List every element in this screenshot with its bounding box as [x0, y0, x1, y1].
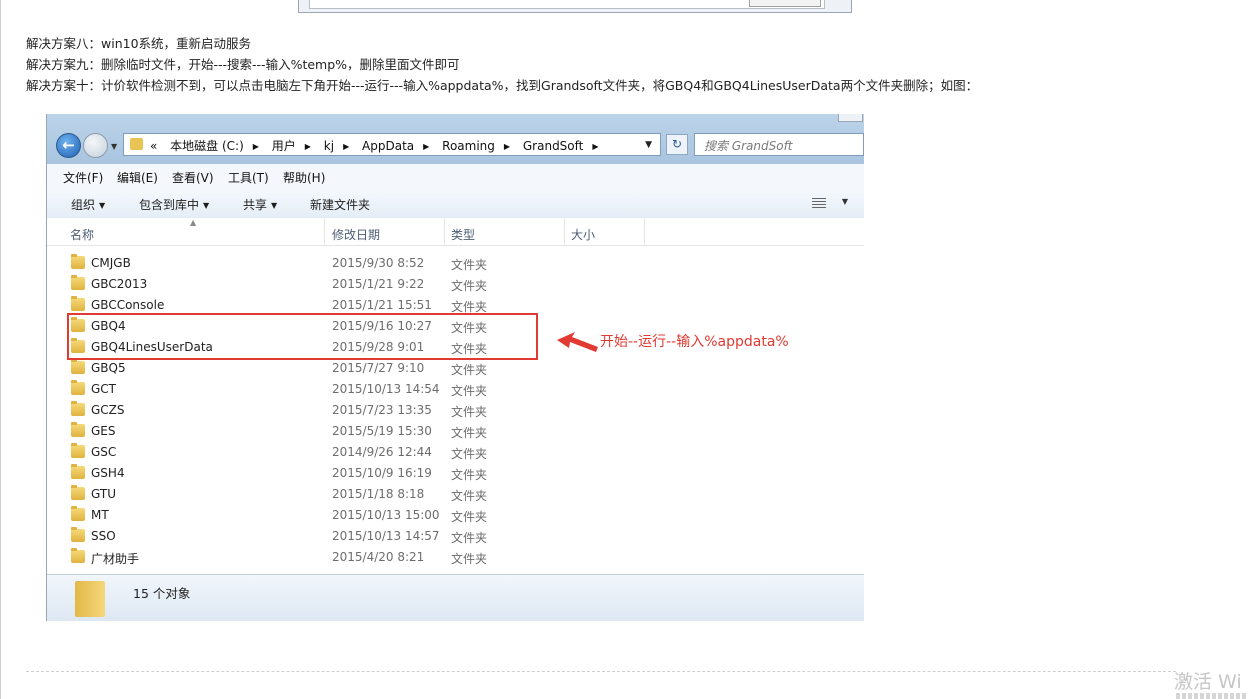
view-options-icon[interactable]	[812, 198, 826, 209]
list-item[interactable]: SSO 2015/10/13 14:57 文件夹	[47, 526, 864, 547]
breadcrumb-roaming[interactable]: Roaming	[442, 139, 495, 153]
folder-icon	[71, 254, 85, 269]
list-item[interactable]: GBC2013 2015/1/21 9:22 文件夹	[47, 274, 864, 295]
file-list: CMJGB 2015/9/30 8:52 文件夹 GBC2013 2015/1/21 …	[47, 253, 864, 568]
menu-tools[interactable]: 工具(T)	[228, 169, 269, 186]
include-in-library-button[interactable]: 包含到库中 ▼	[139, 196, 209, 213]
chevron-down-icon: ▼	[99, 201, 106, 210]
list-item[interactable]: GBQ5 2015/7/27 9:10 文件夹	[47, 358, 864, 379]
forward-button[interactable]	[83, 133, 108, 158]
watermark-subtext	[1176, 693, 1246, 699]
search-input[interactable]: 搜索 GrandSoft	[694, 133, 864, 156]
share-button[interactable]: 共享 ▼	[243, 196, 277, 213]
list-item[interactable]: GES 2015/5/19 15:30 文件夹	[47, 421, 864, 442]
folder-icon	[71, 380, 85, 395]
back-button[interactable]: ←	[56, 133, 81, 158]
breadcrumb-users[interactable]: 用户	[272, 139, 296, 153]
solution-9-text: 解决方案九：删除临时文件，开始---搜索---输入%temp%，删除里面文件即可	[26, 57, 460, 72]
breadcrumb-overflow[interactable]: «	[150, 139, 157, 153]
list-item[interactable]: GTU 2015/1/18 8:18 文件夹	[47, 484, 864, 505]
menu-file[interactable]: 文件(F)	[63, 169, 103, 186]
menu-edit[interactable]: 编辑(E)	[117, 169, 158, 186]
list-item[interactable]: GSC 2014/9/26 12:44 文件夹	[47, 442, 864, 463]
view-dropdown-icon[interactable]: ▼	[842, 197, 848, 206]
column-name[interactable]: 名称	[70, 226, 94, 243]
back-arrow-icon: ←	[62, 136, 75, 154]
folder-icon	[71, 548, 85, 563]
status-bar: 15 个对象	[47, 574, 864, 621]
list-item[interactable]: CMJGB 2015/9/30 8:52 文件夹	[47, 253, 864, 274]
column-type[interactable]: 类型	[451, 226, 475, 243]
folder-icon	[71, 422, 85, 437]
folder-icon	[71, 443, 85, 458]
scrollbar-fragment	[838, 114, 863, 122]
recent-pages-dropdown-icon[interactable]: ▼	[111, 142, 117, 151]
menu-bar: 文件(F) 编辑(E) 查看(V) 工具(T) 帮助(H)	[47, 164, 864, 190]
activation-watermark: 激活 Wi	[1174, 671, 1242, 693]
chevron-right-icon[interactable]: ▶	[305, 142, 311, 151]
column-headers: ▲ 名称 修改日期 类型 大小	[47, 218, 864, 246]
folder-icon	[130, 138, 143, 150]
folder-icon	[71, 359, 85, 374]
sort-ascending-icon: ▲	[190, 218, 197, 227]
list-item[interactable]: GCT 2015/10/13 14:54 文件夹	[47, 379, 864, 400]
address-bar-area: ← ▼ « 本地磁盘 (C:) ▶ 用户 ▶ kj ▶ AppData ▶ Roamin…	[47, 114, 864, 164]
folder-icon	[71, 464, 85, 479]
divider	[26, 671, 1176, 672]
chevron-right-icon[interactable]: ▶	[343, 142, 349, 151]
list-item[interactable]: MT 2015/10/13 15:00 文件夹	[47, 505, 864, 526]
folder-icon	[71, 275, 85, 290]
breadcrumb: « 本地磁盘 (C:) ▶ 用户 ▶ kj ▶ AppData ▶ Roaming ▶ G…	[150, 137, 608, 154]
chevron-right-icon[interactable]: ▶	[253, 142, 259, 151]
list-item[interactable]: GCZS 2015/7/23 13:35 文件夹	[47, 400, 864, 421]
breadcrumb-drive[interactable]: 本地磁盘 (C:)	[170, 139, 244, 153]
list-item[interactable]: 广材助手 2015/4/20 8:21 文件夹	[47, 547, 864, 568]
menu-view[interactable]: 查看(V)	[172, 169, 214, 186]
chevron-right-icon[interactable]: ▶	[592, 142, 598, 151]
breadcrumb-appdata[interactable]: AppData	[362, 139, 414, 153]
chevron-right-icon[interactable]: ▶	[423, 142, 429, 151]
column-size[interactable]: 大小	[571, 226, 595, 243]
organize-button[interactable]: 组织 ▼	[71, 196, 105, 213]
new-folder-button[interactable]: 新建文件夹	[310, 196, 370, 213]
folder-icon	[71, 527, 85, 542]
object-count: 15 个对象	[133, 586, 191, 601]
refresh-icon: ↻	[671, 137, 683, 151]
chevron-down-icon: ▼	[271, 201, 278, 210]
column-date[interactable]: 修改日期	[332, 226, 380, 243]
address-dropdown-icon[interactable]: ▼	[645, 140, 652, 150]
menu-help[interactable]: 帮助(H)	[283, 169, 325, 186]
folder-icon	[75, 581, 105, 617]
folder-icon	[71, 296, 85, 311]
solution-10-text: 解决方案十：计价软件检测不到，可以点击电脑左下角开始---运行---输入%app…	[26, 78, 979, 93]
command-toolbar: 组织 ▼ 包含到库中 ▼ 共享 ▼ 新建文件夹 ▼	[47, 189, 864, 219]
address-box[interactable]: « 本地磁盘 (C:) ▶ 用户 ▶ kj ▶ AppData ▶ Roaming ▶ G…	[123, 133, 661, 156]
breadcrumb-grandsoft[interactable]: GrandSoft	[523, 139, 584, 153]
explorer-window-screenshot: ← ▼ « 本地磁盘 (C:) ▶ 用户 ▶ kj ▶ AppData ▶ Roamin…	[46, 114, 864, 621]
refresh-button[interactable]: ↻	[666, 134, 688, 155]
highlight-box	[67, 313, 538, 360]
annotation-text: 开始--运行--输入%appdata%	[600, 334, 789, 350]
breadcrumb-user[interactable]: kj	[324, 139, 334, 153]
chevron-down-icon: ▼	[203, 201, 210, 210]
folder-icon	[71, 485, 85, 500]
list-item[interactable]: GSH4 2015/10/9 16:19 文件夹	[47, 463, 864, 484]
folder-icon	[71, 401, 85, 416]
folder-icon	[71, 506, 85, 521]
solution-8-text: 解决方案八：win10系统，重新启动服务	[26, 36, 252, 51]
chevron-right-icon[interactable]: ▶	[504, 142, 510, 151]
page-left-border	[0, 0, 1, 699]
previous-screenshot-fragment	[298, 0, 852, 13]
arrow-left-icon	[557, 332, 598, 352]
